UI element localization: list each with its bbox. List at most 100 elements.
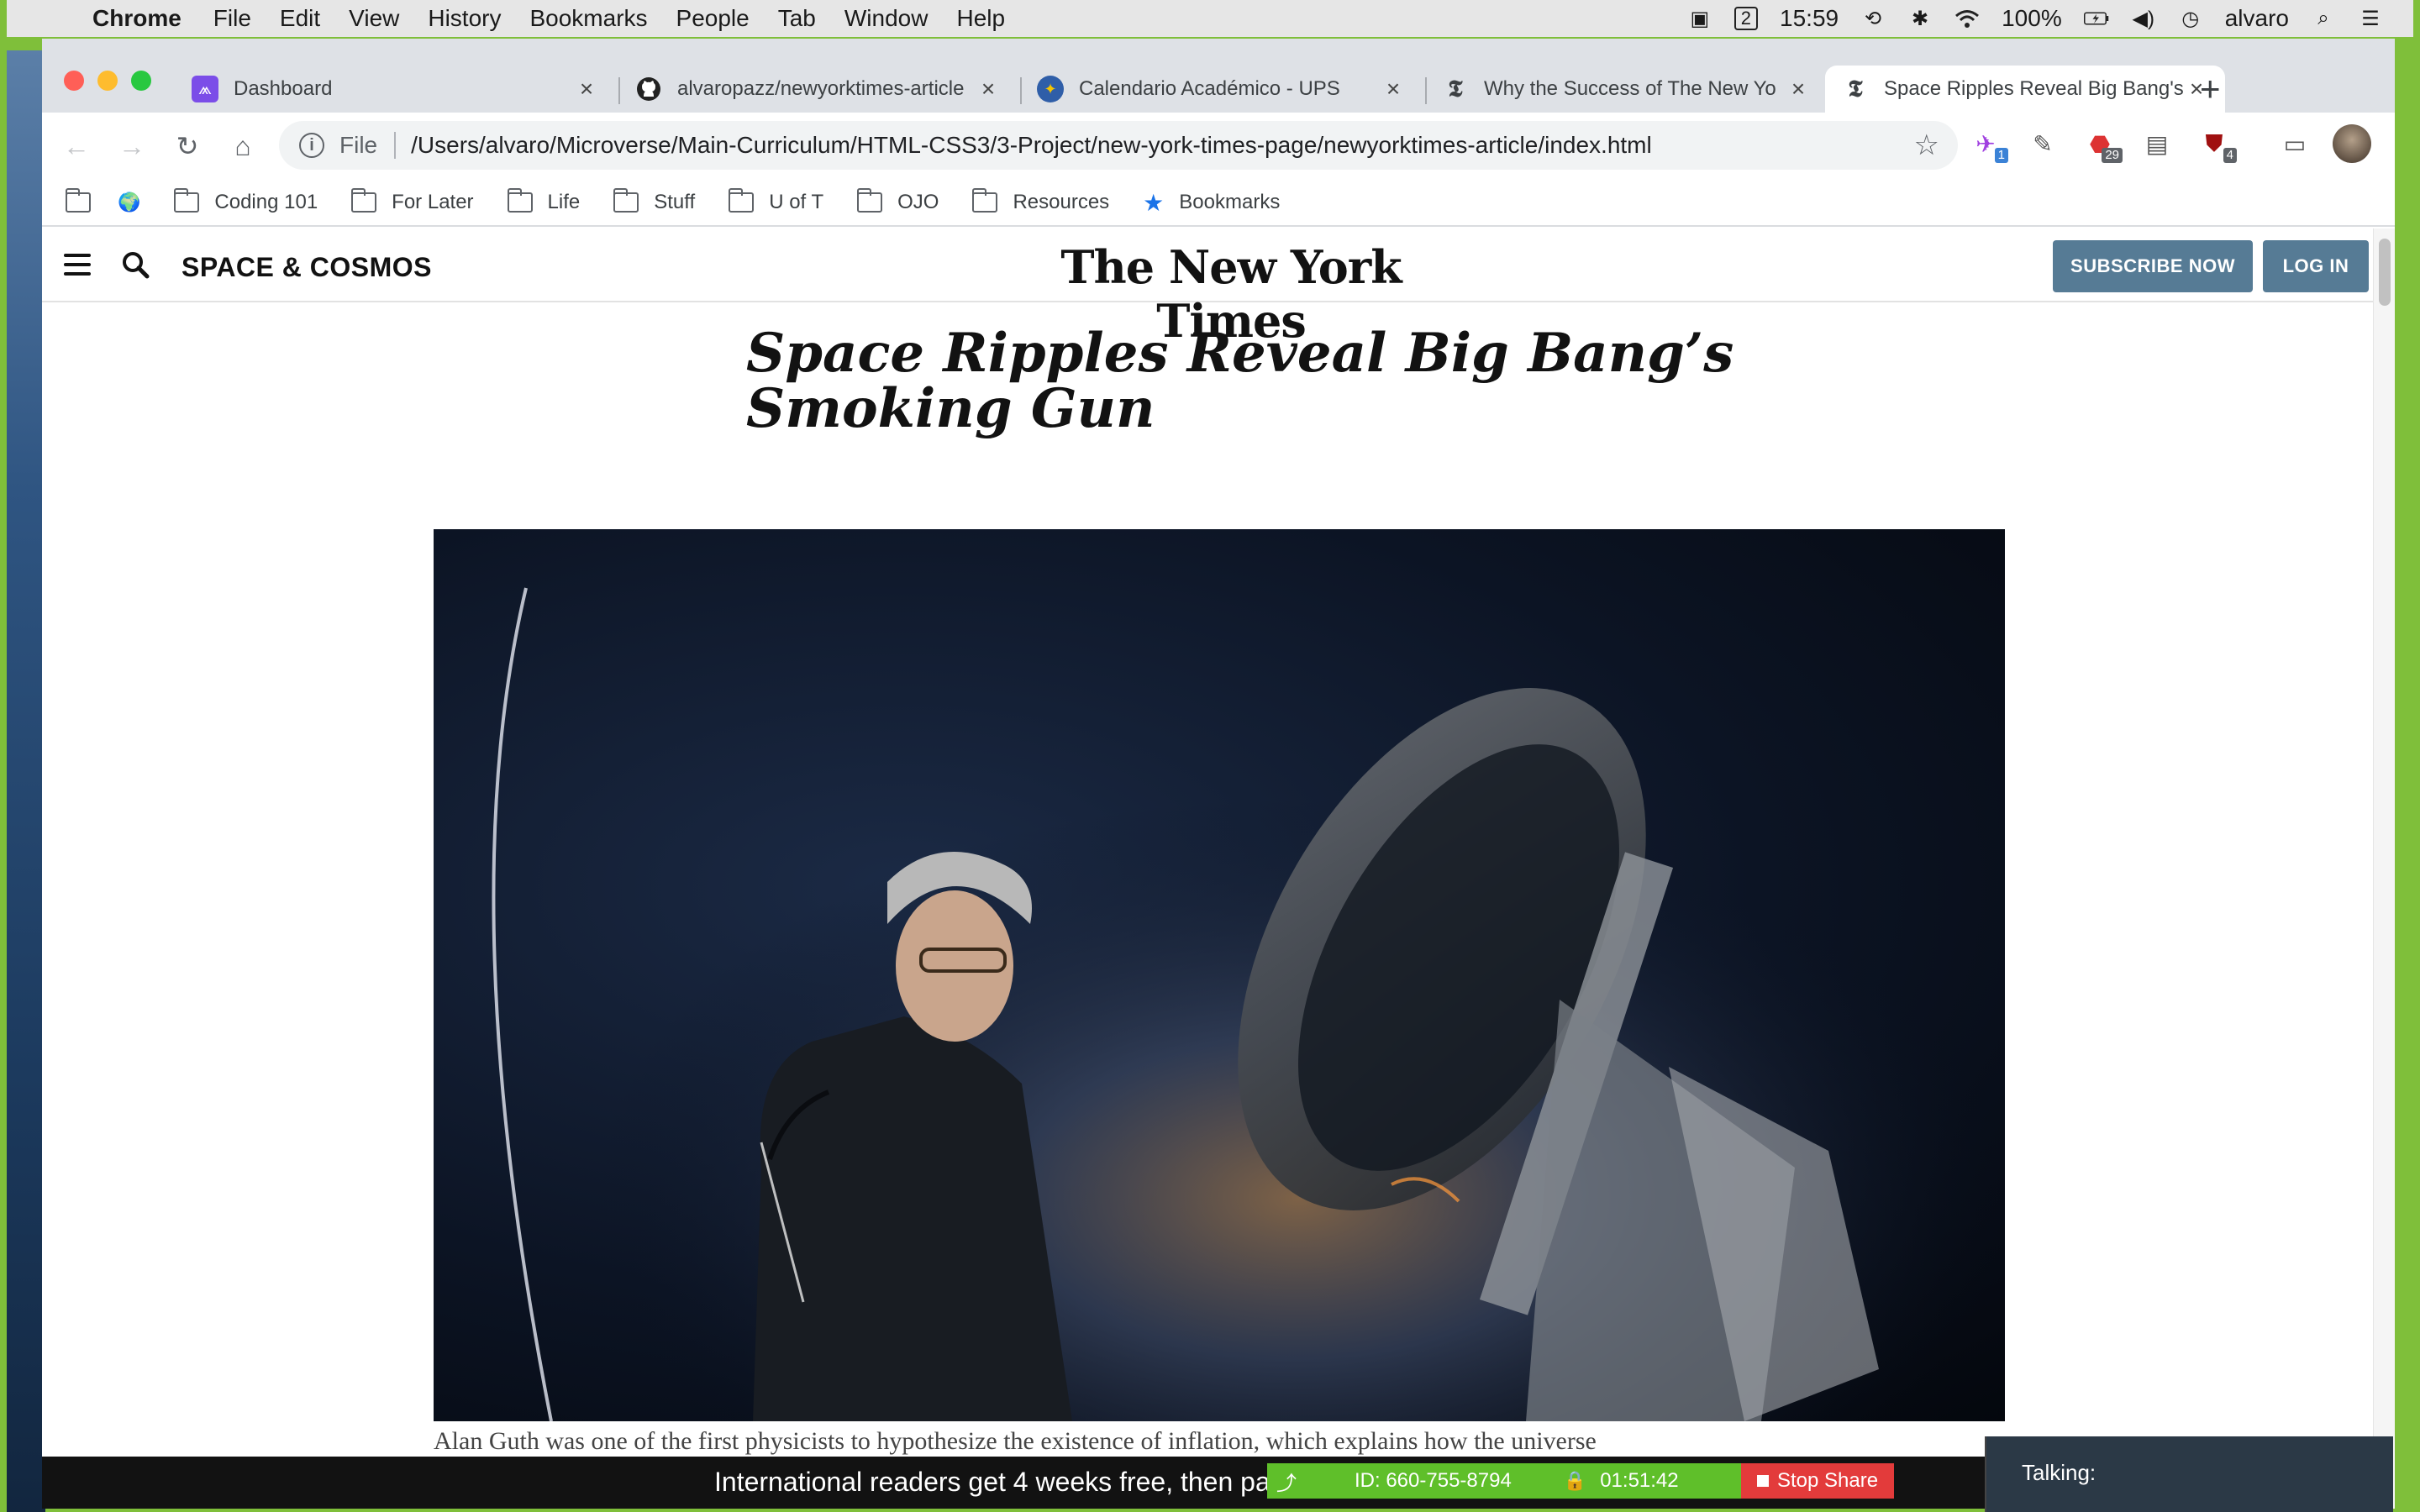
folder-icon [66, 188, 91, 213]
page-viewport: SPACE & COSMOS The New York Times SUBSCR… [42, 228, 2395, 1509]
bookmark-label: Resources [1013, 191, 1110, 213]
stop-share-button[interactable]: Stop Share [1741, 1463, 1894, 1499]
notification-center-icon[interactable]: ☰ [2358, 8, 2383, 30]
zoom-pin-icon[interactable]: ⤴ [1272, 1467, 1301, 1496]
home-icon[interactable]: ⌂ [222, 125, 264, 167]
tab-nyt-success[interactable]: 𝕿 Why the Success of The New Yo × [1425, 66, 1827, 113]
tab-github[interactable]: alvaropazz/newyorktimes-article × [618, 66, 1017, 113]
close-window-button[interactable] [64, 71, 84, 91]
folder-icon [174, 188, 200, 213]
menu-view[interactable]: View [349, 5, 399, 32]
time-machine-icon[interactable]: ⟲ [1860, 8, 1886, 30]
close-tab-icon[interactable]: × [976, 76, 1000, 102]
bookmark-folder-life[interactable]: Life [507, 188, 580, 214]
article-photo [434, 529, 2005, 1421]
cast-icon[interactable]: ▭ [2275, 124, 2314, 163]
bluetooth-icon[interactable]: ✱ [1907, 8, 1933, 30]
bookmark-star-icon[interactable]: ☆ [1914, 129, 1939, 162]
menu-file[interactable]: File [213, 5, 251, 32]
folder-icon [507, 188, 533, 213]
menu-help[interactable]: Help [956, 5, 1005, 32]
browser-toolbar: ← → ↻ ⌂ i File /Users/alvaro/Microverse/… [42, 113, 2395, 180]
chrome-menu-icon[interactable]: ⋮ [2390, 124, 2395, 163]
extension-badge: 1 [1994, 148, 2008, 163]
tab-dashboard[interactable]: ⩕ Dashboard × [175, 66, 615, 113]
menubar-status-area: ▣ 2 15:59 ⟲ ✱ 100% ◀) ◷ alvaro ⌕ ☰ [1687, 0, 2383, 37]
close-tab-icon[interactable]: × [1786, 76, 1810, 102]
battery-percent[interactable]: 100% [2002, 5, 2062, 32]
subscribe-button[interactable]: SUBSCRIBE NOW [2053, 240, 2253, 292]
bookmark-folder-stuff[interactable]: Stuff [613, 188, 695, 214]
bookmark-folder-u-of-t[interactable]: U of T [729, 188, 823, 214]
bookmark-label: For Later [392, 191, 474, 213]
search-icon[interactable] [121, 250, 150, 279]
bookmark-folder-for-later[interactable]: For Later [351, 188, 474, 214]
menu-edit[interactable]: Edit [280, 5, 320, 32]
nyt-icon: 𝕿 [1848, 75, 1863, 102]
hamburger-menu-icon[interactable] [64, 254, 91, 276]
reload-icon[interactable]: ↻ [166, 125, 208, 167]
talking-indicator: Talking: [1985, 1436, 2393, 1512]
minimize-window-button[interactable] [97, 71, 118, 91]
address-bar[interactable]: i File /Users/alvaro/Microverse/Main-Cur… [279, 121, 1958, 170]
extension-badge: 4 [2223, 148, 2237, 163]
bookmark-bookmarks[interactable]: ★ Bookmarks [1143, 189, 1280, 217]
menu-bookmarks[interactable]: Bookmarks [529, 5, 647, 32]
github-icon [635, 76, 662, 102]
login-button[interactable]: LOG IN [2263, 240, 2369, 292]
menu-app-name[interactable]: Chrome [92, 5, 182, 32]
bookmark-folder-ojo[interactable]: OJO [857, 188, 939, 214]
menu-people[interactable]: People [676, 5, 750, 32]
bookmark-label: OJO [897, 191, 939, 213]
clock[interactable]: 15:59 [1780, 5, 1839, 32]
close-tab-icon[interactable]: × [575, 76, 598, 102]
folder-icon [857, 188, 883, 213]
bookmark-folder-resources[interactable]: Resources [972, 188, 1110, 214]
profile-avatar[interactable] [2333, 124, 2371, 163]
clock-icon[interactable]: ◷ [2178, 8, 2203, 30]
meeting-id: ID: 660-755-8794 [1355, 1469, 1512, 1492]
zoom-camera-icon[interactable]: ▣ [1687, 8, 1712, 30]
star-icon: ★ [1143, 189, 1165, 216]
url-text[interactable]: /Users/alvaro/Microverse/Main-Curriculum… [411, 132, 1913, 159]
tab-calendario[interactable]: ✦ Calendario Académico - UPS × [1020, 66, 1422, 113]
user-name[interactable]: alvaro [2225, 5, 2289, 32]
extension-badge: 29 [2102, 148, 2123, 163]
stop-square-icon [1756, 1475, 1769, 1487]
desktop-wallpaper [7, 50, 45, 1512]
back-arrow-icon[interactable]: ← [55, 125, 97, 167]
new-tab-button[interactable]: + [2200, 69, 2221, 109]
scrollbar-thumb[interactable] [2379, 239, 2391, 306]
stop-share-label: Stop Share [1776, 1469, 1879, 1492]
menu-tab[interactable]: Tab [778, 5, 816, 32]
menu-history[interactable]: History [428, 5, 501, 32]
chrome-window: ⩕ Dashboard × alvaropazz/newyorktimes-ar… [42, 39, 2395, 1509]
battery-icon[interactable] [2083, 8, 2109, 29]
bookmark-apps[interactable]: 🌍 [66, 188, 140, 213]
wifi-icon[interactable] [1954, 8, 1980, 29]
microverse-icon: ⩕ [192, 76, 218, 102]
desktop-number[interactable]: 2 [1733, 7, 1759, 30]
forward-arrow-icon[interactable]: → [111, 125, 153, 167]
tab-title: alvaropazz/newyorktimes-article [677, 77, 965, 100]
ublock-extension-icon[interactable]: ⛊ 4 [2195, 124, 2237, 163]
nyt-header: SPACE & COSMOS The New York Times SUBSCR… [42, 228, 2373, 348]
send-extension-icon[interactable]: ✈ 1 [1966, 124, 2008, 163]
close-tab-icon[interactable]: × [1381, 76, 1405, 102]
tab-space-ripples[interactable]: 𝕿 Space Ripples Reveal Big Bang's × [1825, 66, 2225, 113]
spotlight-search-icon[interactable]: ⌕ [2311, 7, 2336, 29]
page-scrollbar[interactable] [2373, 228, 2395, 1509]
site-info-icon[interactable]: i [299, 133, 324, 158]
section-title[interactable]: SPACE & COSMOS [182, 252, 432, 283]
reader-extension-icon[interactable]: ▤ [2138, 124, 2176, 163]
fullscreen-window-button[interactable] [131, 71, 151, 91]
folder-icon [729, 188, 755, 213]
article-headline: Space Ripples Reveal Big Bang’s Smoking … [746, 322, 1734, 440]
pen-extension-icon[interactable]: ✎ [2023, 124, 2062, 163]
menu-window[interactable]: Window [844, 5, 929, 32]
omnibox-divider [394, 132, 397, 159]
bookmark-folder-coding-101[interactable]: Coding 101 [174, 188, 318, 214]
bookmarks-bar: 🌍 Coding 101 For Later Life Stuff U of T… [42, 180, 2395, 227]
volume-icon[interactable]: ◀) [2131, 8, 2156, 30]
adblock-extension-icon[interactable]: ⬣ 29 [2081, 124, 2123, 163]
